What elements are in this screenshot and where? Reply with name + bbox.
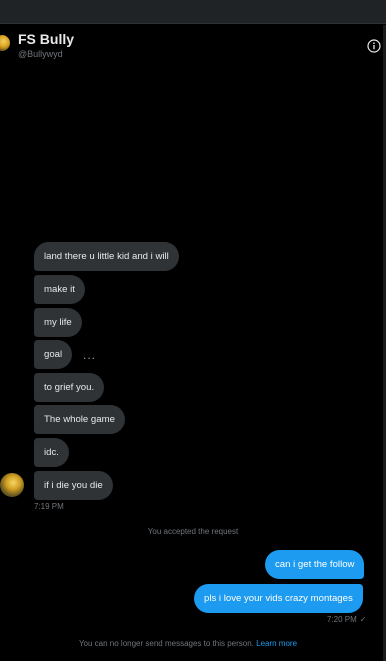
- conversation-name[interactable]: FS Bully: [18, 31, 74, 47]
- conversation-header: FS Bully @Bullywyd: [0, 25, 386, 71]
- incoming-message[interactable]: goal: [34, 340, 73, 369]
- info-icon[interactable]: [367, 39, 381, 53]
- conversation-footer: You can no longer send messages to this …: [0, 639, 376, 649]
- incoming-message[interactable]: land there u little kid and i will: [34, 242, 179, 271]
- typing-indicator: ...: [83, 348, 97, 362]
- window-top-bar: [0, 0, 386, 24]
- incoming-message[interactable]: if i die you die: [34, 471, 113, 500]
- conversation-handle[interactable]: @Bullywyd: [18, 49, 63, 59]
- sender-avatar[interactable]: [0, 473, 24, 497]
- incoming-message[interactable]: to grief you.: [34, 373, 105, 402]
- outgoing-timestamp: 7:20 PM: [327, 615, 357, 624]
- dm-conversation: FS Bully @Bullywyd land there u little k…: [0, 0, 386, 661]
- incoming-message[interactable]: my life: [34, 308, 82, 337]
- outgoing-timestamp-wrapper: 7:20 PM ✓: [327, 615, 367, 625]
- header-avatar[interactable]: [0, 35, 10, 51]
- outgoing-message[interactable]: can i get the follow: [265, 550, 365, 579]
- incoming-message[interactable]: The whole game: [34, 405, 125, 434]
- system-notice: You accepted the request: [147, 527, 239, 536]
- incoming-message[interactable]: idc.: [34, 438, 69, 467]
- checkmark-icon: ✓: [359, 615, 367, 624]
- footer-text: You can no longer send messages to this …: [78, 639, 254, 648]
- outgoing-message[interactable]: pls i love your vids crazy montages: [194, 584, 363, 613]
- incoming-timestamp: 7:19 PM: [34, 502, 64, 511]
- incoming-message[interactable]: make it: [34, 275, 85, 304]
- learn-more-link[interactable]: Learn more: [256, 639, 297, 648]
